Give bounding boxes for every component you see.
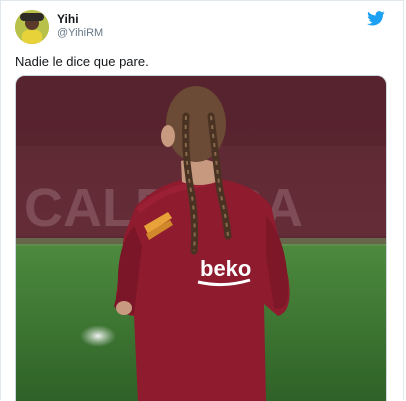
display-name[interactable]: Yihi	[57, 12, 79, 26]
avatar[interactable]	[15, 10, 49, 44]
tweet-card[interactable]: Yihi @YihiRM Nadie le dice que pare. bek…	[0, 0, 404, 401]
photo-player-braids: CALDEIRA	[16, 76, 386, 401]
blurred-ball	[80, 325, 116, 347]
twitter-bird-icon[interactable]	[367, 11, 385, 26]
tweet-media-photo[interactable]: CALDEIRA	[15, 75, 387, 401]
tweet-text: Nadie le dice que pare.	[15, 54, 149, 69]
user-handle[interactable]: @YihiRM	[57, 27, 103, 39]
avatar-image	[15, 10, 49, 44]
jersey-sponsor-text: beko	[200, 256, 251, 281]
